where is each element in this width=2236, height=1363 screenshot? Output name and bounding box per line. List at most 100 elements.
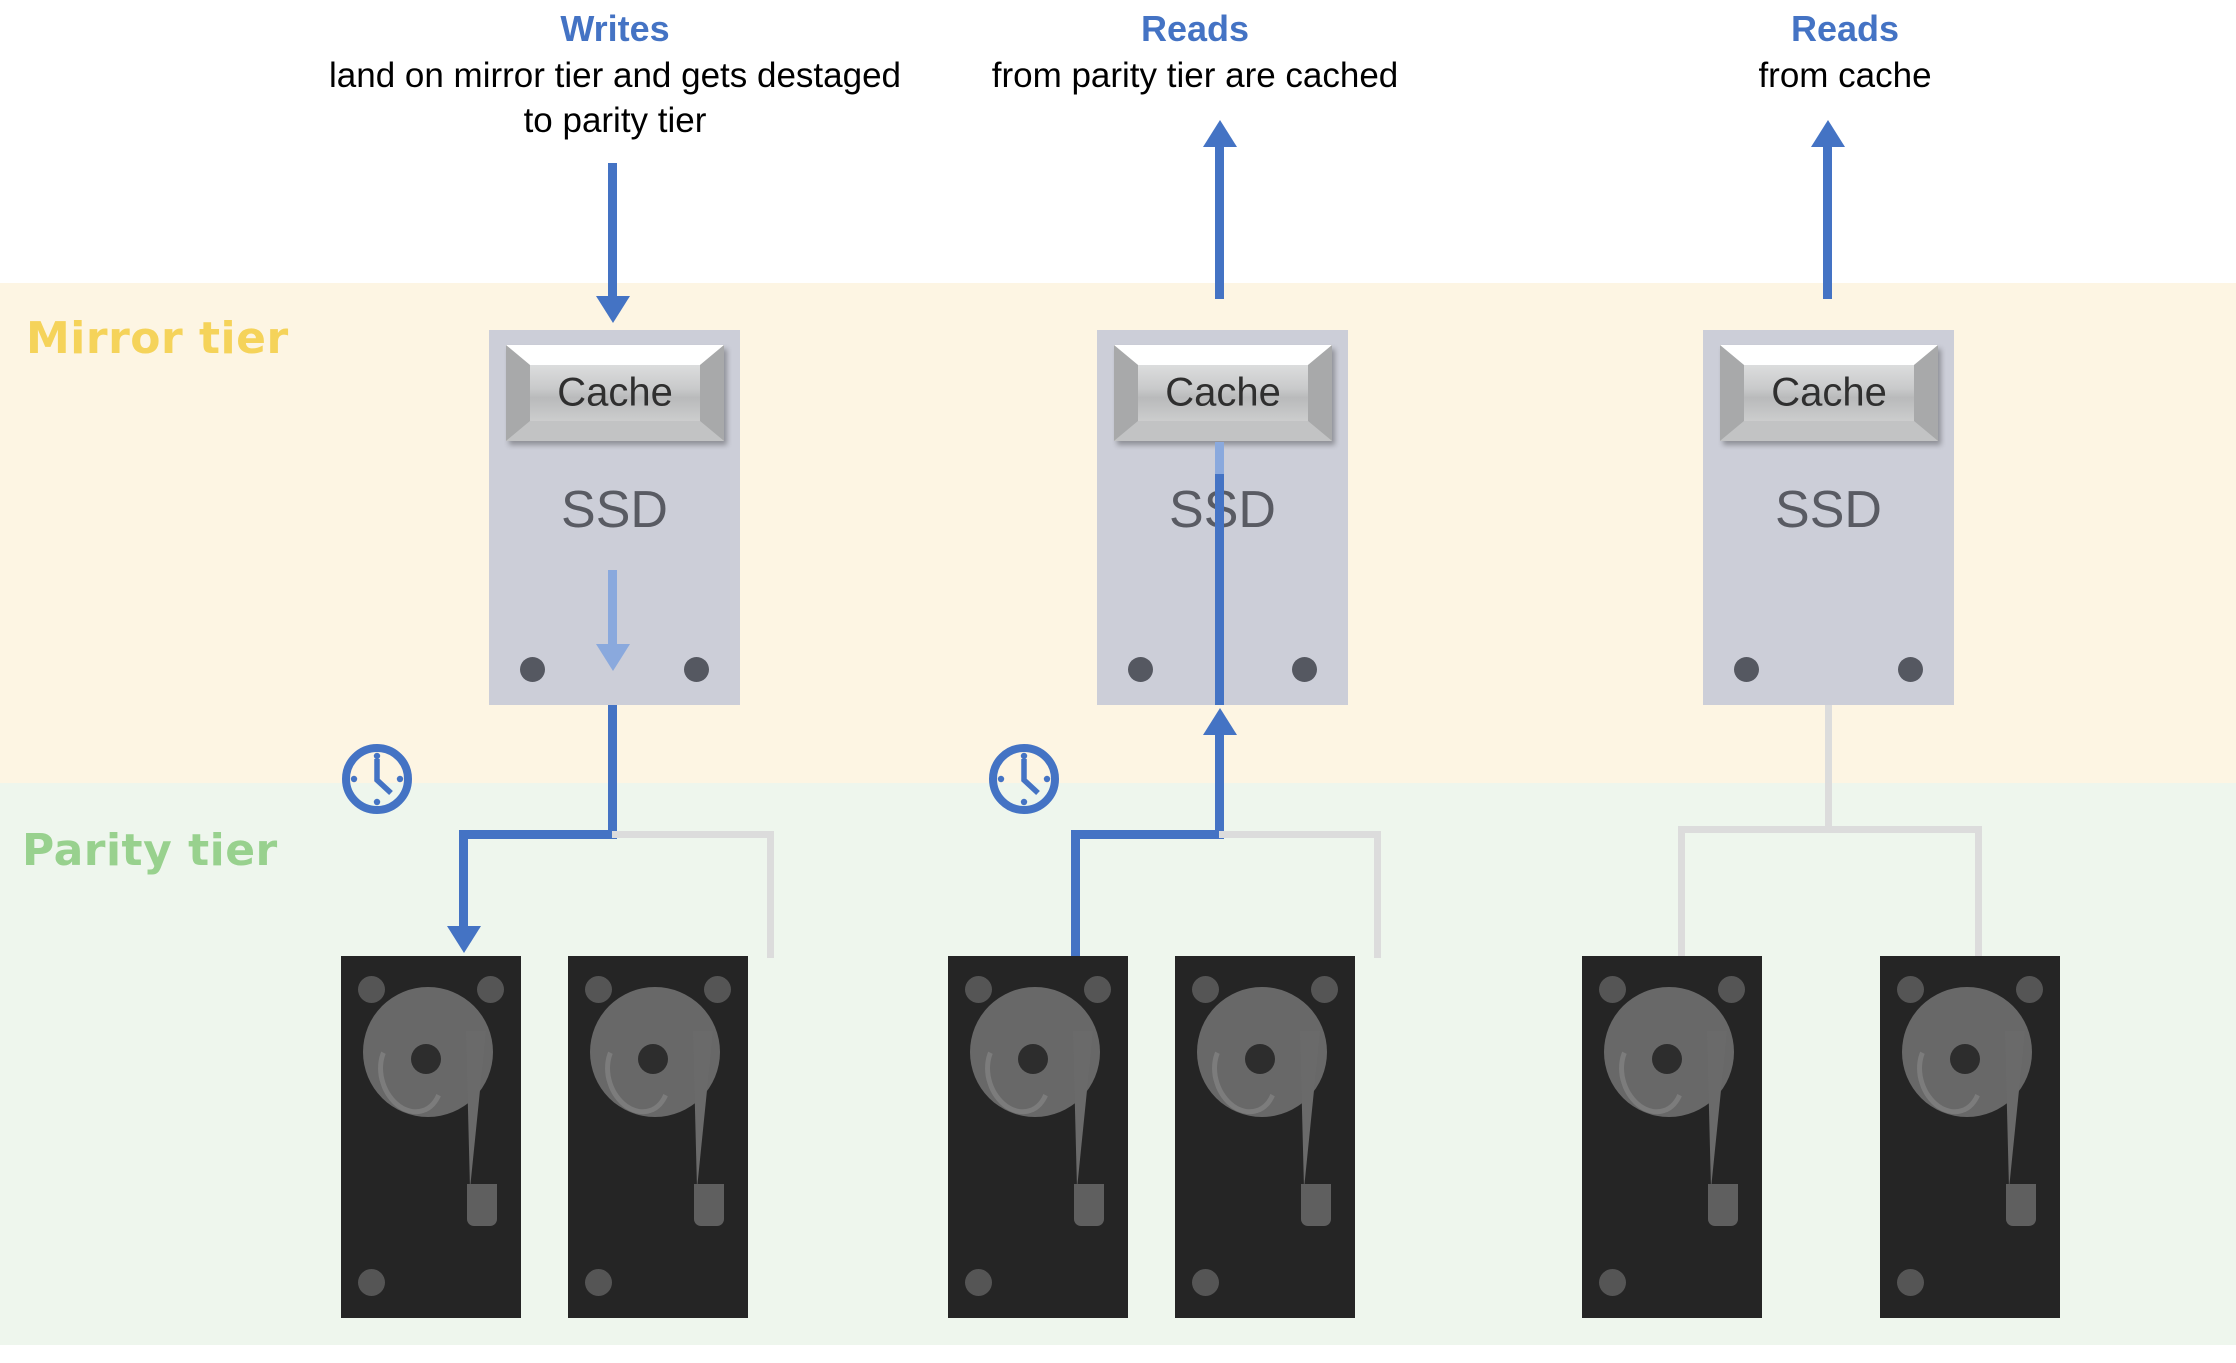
cache-block-2: Cache <box>1114 345 1332 441</box>
ssd-screw-right-2 <box>1292 657 1317 682</box>
hdd-actuator-base <box>467 1184 497 1226</box>
cache-label-3: Cache <box>1771 370 1887 415</box>
cache-bevel-bottom <box>1720 421 1938 441</box>
callout-writes-body: land on mirror tier and gets destaged to… <box>329 56 901 140</box>
hdd-screw-bottom-left <box>965 1269 992 1296</box>
ssd-screw-left-3 <box>1734 657 1759 682</box>
callout-reads-cache-body: from cache <box>1758 56 1932 96</box>
clock-icon-2 <box>989 744 1059 814</box>
cache-block-3: Cache <box>1720 345 1938 441</box>
bus-line-down-1b <box>767 831 774 958</box>
write-inflow-line <box>608 163 617 298</box>
bus-line-vertical-3 <box>1825 705 1832 833</box>
hdd-screw-top-right <box>1718 976 1745 1003</box>
hdd-screw-top-left <box>358 976 385 1003</box>
ssd-internal-destage-line-1 <box>608 570 617 646</box>
parity-tier-label: Parity tier <box>22 825 278 876</box>
hdd-actuator-base <box>1301 1184 1331 1226</box>
hdd-module-6 <box>1880 956 2060 1318</box>
callout-reads-parity-heading: Reads <box>1140 8 1250 49</box>
ssd-screw-right-3 <box>1898 657 1923 682</box>
cache-block-1: Cache <box>506 345 724 441</box>
hdd-screw-bottom-left <box>585 1269 612 1296</box>
hdd-platter-highlight <box>1906 1025 1994 1123</box>
hdd-screw-top-right <box>1084 976 1111 1003</box>
mirror-tier-label: Mirror tier <box>26 313 289 364</box>
cache-bevel-top <box>506 345 724 365</box>
ssd-module-3: Cache SSD <box>1703 330 1954 705</box>
ssd-internal-read-line-light-2 <box>1215 442 1224 476</box>
cache-bevel-bottom <box>1114 421 1332 441</box>
hdd-screw-top-left <box>1599 976 1626 1003</box>
callout-writes-heading: Writes <box>560 8 670 49</box>
hdd-screw-top-right <box>704 976 731 1003</box>
hdd-actuator-arm <box>693 1031 713 1189</box>
callout-reads-cache: Reads from cache <box>1585 6 2105 99</box>
read-outflow-line-3 <box>1823 147 1832 299</box>
hdd-module-1 <box>341 956 521 1318</box>
ssd-screw-left-1 <box>520 657 545 682</box>
write-inflow-arrowhead <box>596 296 630 323</box>
ssd-internal-read-line-2 <box>1215 474 1224 705</box>
hdd-platter-highlight <box>1201 1025 1289 1123</box>
hdd-platter-hub <box>1018 1044 1048 1074</box>
hdd-module-2 <box>568 956 748 1318</box>
bus-line-down-2b <box>1374 831 1381 958</box>
clock-icon-1 <box>342 744 412 814</box>
hdd-platter-hub <box>1245 1044 1275 1074</box>
destage-line-down-1 <box>459 830 468 928</box>
read-outflow-arrowhead-3 <box>1811 120 1845 147</box>
ssd-screw-left-2 <box>1128 657 1153 682</box>
hdd-actuator-arm <box>1073 1031 1093 1189</box>
hdd-platter-highlight <box>594 1025 682 1123</box>
hdd-actuator-arm <box>1300 1031 1320 1189</box>
ssd-screw-right-1 <box>684 657 709 682</box>
hdd-module-4 <box>1175 956 1355 1318</box>
cache-bevel-top <box>1114 345 1332 365</box>
hdd-platter-highlight <box>974 1025 1062 1123</box>
read-outflow-line-2 <box>1215 147 1224 299</box>
hdd-screw-top-right <box>477 976 504 1003</box>
hdd-screw-bottom-left <box>358 1269 385 1296</box>
bus-line-horizontal-1b <box>612 831 774 838</box>
hdd-screw-top-left <box>585 976 612 1003</box>
hdd-platter-highlight <box>1608 1025 1696 1123</box>
callout-reads-parity: Reads from parity tier are cached <box>935 6 1455 99</box>
read-line-vertical-2 <box>1215 735 1224 839</box>
read-outflow-arrowhead-2 <box>1203 120 1237 147</box>
hdd-actuator-arm <box>2005 1031 2025 1189</box>
read-arrowhead-into-ssd-2 <box>1203 708 1237 735</box>
ssd-internal-destage-arrowhead-1 <box>596 644 630 671</box>
callout-reads-cache-heading: Reads <box>1790 8 1900 49</box>
diagram-canvas: Mirror tier Parity tier Writes land on m… <box>0 0 2236 1363</box>
hdd-actuator-arm <box>1707 1031 1727 1189</box>
hdd-actuator-base <box>1074 1184 1104 1226</box>
hdd-actuator-arm <box>466 1031 486 1189</box>
callout-writes: Writes land on mirror tier and gets dest… <box>315 6 915 144</box>
hdd-platter-hub <box>1950 1044 1980 1074</box>
hdd-screw-top-right <box>1311 976 1338 1003</box>
cache-bevel-top <box>1720 345 1938 365</box>
hdd-module-5 <box>1582 956 1762 1318</box>
hdd-screw-top-left <box>1192 976 1219 1003</box>
destage-arrowhead-1 <box>447 926 481 953</box>
hdd-screw-bottom-left <box>1897 1269 1924 1296</box>
bus-line-down-3b <box>1975 826 1982 958</box>
hdd-actuator-base <box>1708 1184 1738 1226</box>
read-line-down-2 <box>1071 830 1080 958</box>
hdd-screw-bottom-left <box>1599 1269 1626 1296</box>
hdd-platter-hub <box>1652 1044 1682 1074</box>
destage-line-horizontal-1 <box>459 830 617 839</box>
bus-line-horizontal-3 <box>1678 826 1982 833</box>
ssd-label-1: SSD <box>561 481 668 539</box>
callout-reads-parity-body: from parity tier are cached <box>991 56 1399 96</box>
destage-line-vertical-1 <box>608 705 617 839</box>
hdd-actuator-base <box>694 1184 724 1226</box>
hdd-platter-highlight <box>367 1025 455 1123</box>
hdd-platter-hub <box>638 1044 668 1074</box>
hdd-actuator-base <box>2006 1184 2036 1226</box>
hdd-screw-bottom-left <box>1192 1269 1219 1296</box>
bus-line-down-3a <box>1678 826 1685 958</box>
read-line-horizontal-2 <box>1071 830 1224 839</box>
hdd-screw-top-left <box>1897 976 1924 1003</box>
